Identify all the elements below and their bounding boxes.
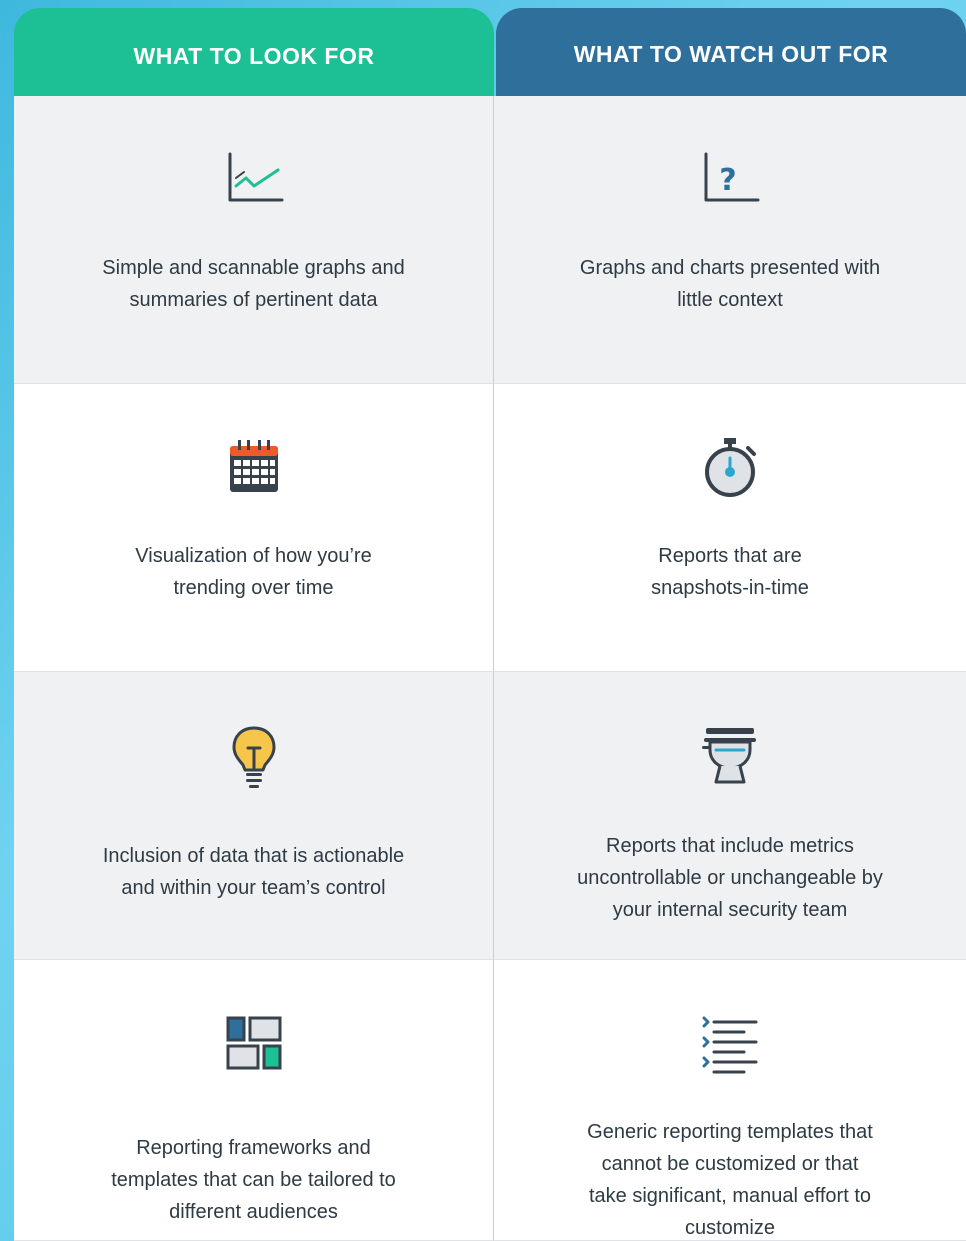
text-line: Reports that include metrics <box>606 835 854 857</box>
watch-out-text-2: Reports that are snapshots-in-time <box>651 540 809 604</box>
text-line: customize <box>684 1217 775 1239</box>
cell-watch-out-2: Reports that are snapshots-in-time <box>494 384 966 672</box>
text-line: cannot be customized or that <box>601 1153 859 1175</box>
text-line: trending over time <box>173 577 334 599</box>
list-icon <box>698 1012 762 1076</box>
line-chart-icon <box>222 148 286 212</box>
text-line: snapshots-in-time <box>651 577 809 599</box>
text-line: Visualization of how you’re <box>135 545 372 567</box>
lightbulb-icon <box>222 724 286 788</box>
look-for-text-4: Reporting frameworks and templates that … <box>111 1132 396 1228</box>
text-line: little context <box>677 289 783 311</box>
calendar-icon <box>222 436 286 500</box>
chart-question-icon: ? <box>698 148 762 212</box>
cell-look-for-3: Inclusion of data that is actionable and… <box>14 672 494 960</box>
stopwatch-icon <box>698 436 762 500</box>
cell-look-for-1: Simple and scannable graphs and summarie… <box>14 96 494 384</box>
cell-watch-out-1: ? Graphs and charts presented with littl… <box>494 96 966 384</box>
look-for-text-2: Visualization of how you’re trending ove… <box>135 540 371 604</box>
text-line: Reporting frameworks and <box>136 1137 371 1159</box>
text-line: Simple and scannable graphs and <box>102 257 405 279</box>
toilet-icon <box>698 724 762 788</box>
cell-look-for-4: Reporting frameworks and templates that … <box>14 960 494 1241</box>
svg-text:?: ? <box>719 163 736 198</box>
text-line: your internal security team <box>612 899 848 921</box>
cell-watch-out-3: Reports that include metrics uncontrolla… <box>494 672 966 960</box>
text-line: uncontrollable or unchangeable by <box>577 867 883 889</box>
look-for-text-3: Inclusion of data that is actionable and… <box>103 840 404 904</box>
text-line: take significant, manual effort to <box>588 1185 871 1207</box>
text-line: Graphs and charts presented with <box>579 257 881 279</box>
text-line: Inclusion of data that is actionable <box>102 845 405 867</box>
text-line: Reports that are <box>658 545 802 567</box>
cell-watch-out-4: Generic reporting templates that cannot … <box>494 960 966 1241</box>
text-line: Generic reporting templates that <box>587 1121 873 1143</box>
header-what-to-look-for: WHAT TO LOOK FOR <box>14 8 494 96</box>
layout-grid-icon <box>222 1012 286 1076</box>
header-what-to-watch-out-for: WHAT TO WATCH OUT FOR <box>496 8 966 96</box>
text-line: summaries of pertinent data <box>129 289 378 311</box>
text-line: different audiences <box>169 1201 338 1223</box>
text-line: templates that can be tailored to <box>111 1169 396 1191</box>
text-line: and within your team’s control <box>121 877 386 899</box>
cell-look-for-2: Visualization of how you’re trending ove… <box>14 384 494 672</box>
watch-out-text-4: Generic reporting templates that cannot … <box>587 1116 873 1241</box>
look-for-text-1: Simple and scannable graphs and summarie… <box>102 252 404 316</box>
comparison-table: WHAT TO LOOK FOR WHAT TO WATCH OUT FOR S… <box>14 8 966 1241</box>
watch-out-text-1: Graphs and charts presented with little … <box>580 252 880 316</box>
watch-out-text-3: Reports that include metrics uncontrolla… <box>577 830 883 926</box>
